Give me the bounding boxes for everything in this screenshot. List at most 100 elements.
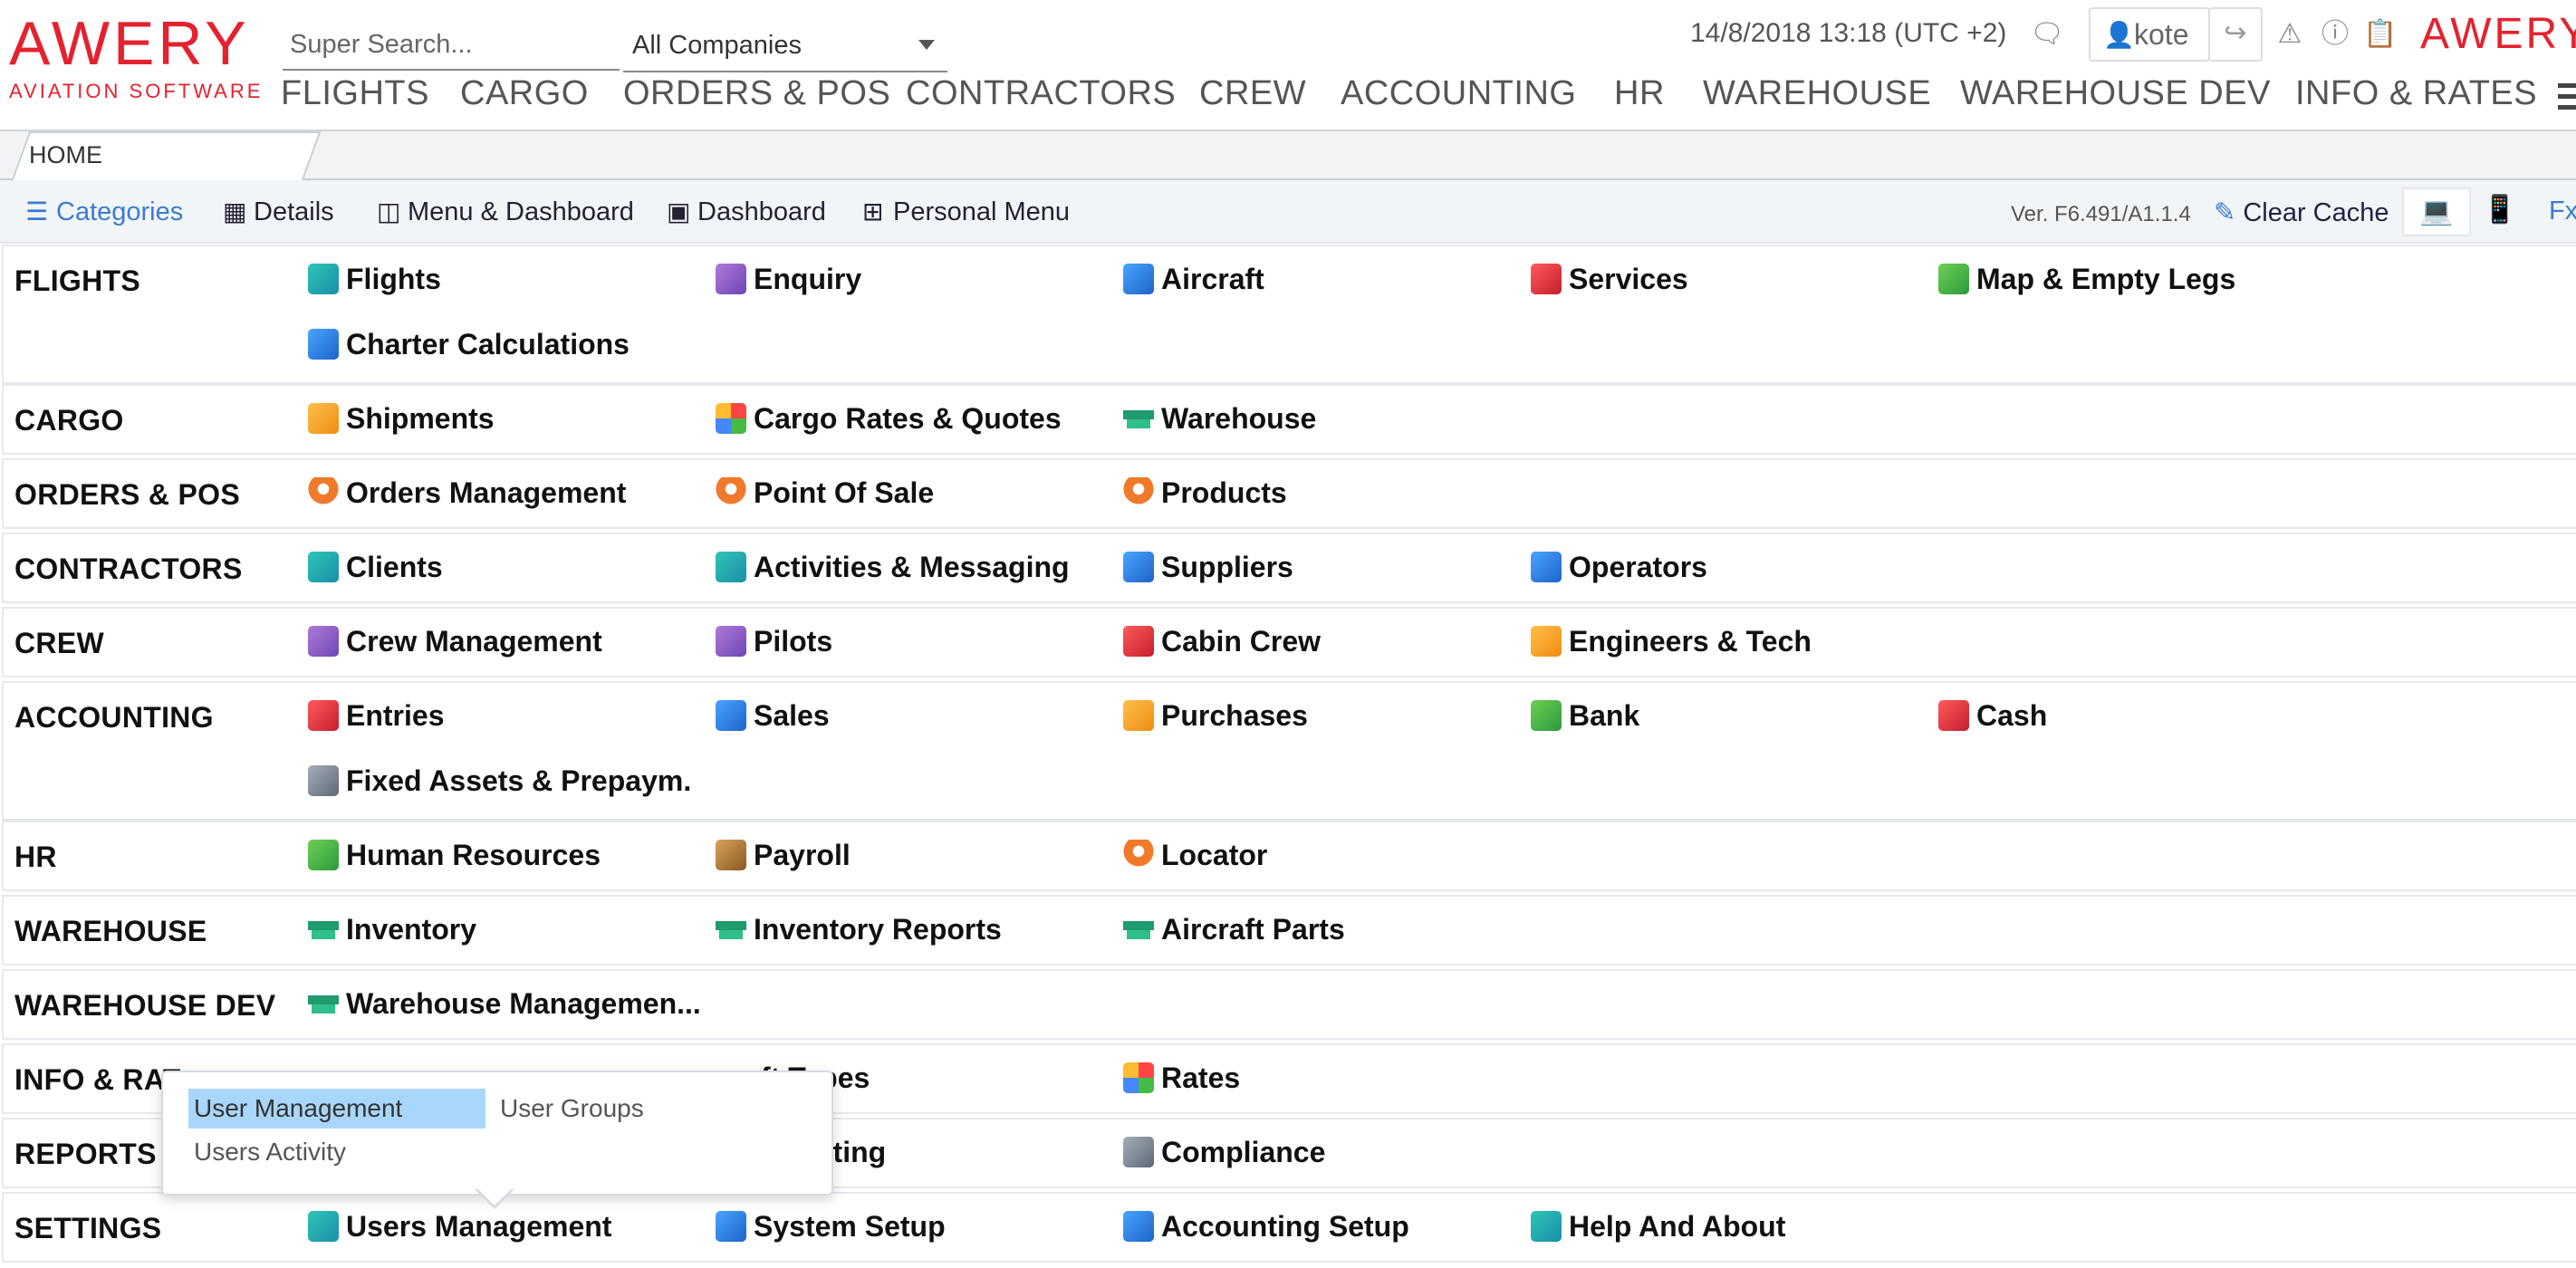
nav-warehouse[interactable]: WAREHOUSE bbox=[1703, 74, 1931, 113]
view-dashboard-button[interactable]: ▣ Dashboard bbox=[667, 197, 826, 227]
desktop-view-icon[interactable]: 💻 bbox=[2402, 187, 2471, 236]
supplier-icon bbox=[1123, 552, 1154, 582]
module-aircraft[interactable]: Aircraft bbox=[1123, 263, 1264, 296]
rates-icon bbox=[716, 403, 746, 434]
awery-logo-right: AWERY bbox=[2420, 10, 2576, 58]
nav-hr[interactable]: HR bbox=[1614, 74, 1665, 113]
module-users-management[interactable]: Users Management bbox=[308, 1210, 611, 1244]
module-label: Payroll bbox=[754, 839, 851, 871]
module-purchases[interactable]: Purchases bbox=[1123, 699, 1308, 733]
nav-accounting[interactable]: ACCOUNTING bbox=[1341, 74, 1576, 113]
module-suppliers[interactable]: Suppliers bbox=[1123, 551, 1293, 584]
module-map-empty-legs[interactable]: Map & Empty Legs bbox=[1938, 263, 2235, 296]
user-menu-button[interactable]: 👤 kote bbox=[2089, 7, 2210, 62]
clear-cache-button[interactable]: ✎ Clear Cache bbox=[2214, 197, 2389, 228]
awery-logo[interactable]: AWERY AVIATION SOFTWARE bbox=[9, 11, 272, 103]
view-details-button[interactable]: ▦ Details bbox=[223, 197, 334, 227]
view-menu-dashboard-button[interactable]: ◫ Menu & Dashboard bbox=[377, 197, 634, 227]
module-label: Products bbox=[1161, 476, 1287, 509]
accounting-setup-icon bbox=[1123, 1211, 1154, 1242]
mobile-view-icon[interactable]: 📱 bbox=[2467, 187, 2533, 233]
module-label: Shipments bbox=[346, 402, 495, 435]
module-system-setup[interactable]: System Setup bbox=[716, 1210, 946, 1244]
module-cargo-rates-quotes[interactable]: Cargo Rates & Quotes bbox=[716, 402, 1062, 436]
view-toolbar: ☰ Categories ▦ Details ◫ Menu & Dashboard ▣… bbox=[0, 180, 2576, 244]
module-clients[interactable]: Clients bbox=[308, 551, 443, 584]
hamburger-menu-icon[interactable] bbox=[2558, 83, 2576, 116]
module-human-resources[interactable]: Human Resources bbox=[308, 839, 601, 872]
module-bank[interactable]: Bank bbox=[1531, 699, 1639, 733]
rates-icon bbox=[1123, 1062, 1154, 1093]
module-label: Map & Empty Legs bbox=[1976, 263, 2236, 295]
submenu-user-groups[interactable]: User Groups bbox=[495, 1089, 649, 1129]
category-label: CONTRACTORS bbox=[14, 552, 243, 585]
fx-button[interactable]: Fx bbox=[2549, 197, 2576, 226]
module-label: Rates bbox=[1161, 1061, 1241, 1094]
view-dashboard-label: Dashboard bbox=[697, 197, 826, 226]
module-flights[interactable]: Flights bbox=[308, 263, 441, 296]
warehouse-icon bbox=[1123, 403, 1154, 434]
module-label: Cash bbox=[1976, 699, 2048, 732]
module-orders-management[interactable]: Orders Management bbox=[308, 476, 626, 510]
module-inventory[interactable]: Inventory bbox=[308, 913, 476, 946]
nav-info-rates[interactable]: INFO & RATES bbox=[2295, 74, 2537, 113]
current-datetime: 14/8/2018 13:18 (UTC +2) bbox=[1690, 18, 2007, 48]
nav-cargo[interactable]: CARGO bbox=[460, 74, 589, 113]
nav-crew[interactable]: CREW bbox=[1199, 74, 1306, 113]
module-help-about[interactable]: Help And About bbox=[1531, 1210, 1785, 1244]
module-sales[interactable]: Sales bbox=[716, 699, 830, 733]
module-payroll[interactable]: Payroll bbox=[716, 839, 851, 872]
module-operators[interactable]: Operators bbox=[1531, 551, 1707, 584]
compliance-icon bbox=[1123, 1137, 1154, 1167]
company-select[interactable]: All Companies bbox=[623, 20, 947, 72]
submenu-users-activity[interactable]: Users Activity bbox=[188, 1132, 351, 1172]
nav-flights[interactable]: FLIGHTS bbox=[281, 74, 429, 113]
module-services[interactable]: Services bbox=[1531, 263, 1688, 296]
module-compliance[interactable]: Compliance bbox=[1123, 1136, 1325, 1169]
module-pilots[interactable]: Pilots bbox=[716, 625, 832, 658]
module-activities-messaging[interactable]: Activities & Messaging bbox=[716, 551, 1070, 584]
module-rates[interactable]: Rates bbox=[1123, 1061, 1240, 1095]
help-icon bbox=[1531, 1211, 1562, 1242]
module-accounting-setup[interactable]: Accounting Setup bbox=[1123, 1210, 1409, 1244]
module-aircraft-parts[interactable]: Aircraft Parts bbox=[1123, 913, 1345, 946]
notes-icon[interactable]: 📋 bbox=[2362, 16, 2398, 53]
logout-icon[interactable]: ↪ bbox=[2208, 7, 2263, 62]
cabin-crew-icon bbox=[1123, 626, 1154, 657]
warning-icon[interactable]: ⚠ bbox=[2272, 16, 2308, 53]
module-inventory-reports[interactable]: Inventory Reports bbox=[716, 913, 1002, 946]
module-crew-management[interactable]: Crew Management bbox=[308, 625, 602, 658]
calculator-icon bbox=[308, 329, 339, 360]
module-charter-calculations[interactable]: Charter Calculations bbox=[308, 328, 630, 361]
module-point-of-sale[interactable]: Point Of Sale bbox=[716, 476, 934, 510]
module-shipments[interactable]: Shipments bbox=[308, 402, 495, 436]
users-submenu-popup: User Management User Groups Users Activi… bbox=[161, 1071, 833, 1196]
module-cash[interactable]: Cash bbox=[1938, 699, 2047, 733]
category-row-cargo: CARGO Shipments Cargo Rates & Quotes War… bbox=[2, 384, 2576, 455]
module-locator[interactable]: Locator bbox=[1123, 839, 1267, 872]
chat-icon[interactable]: 🗨 bbox=[2029, 16, 2065, 53]
module-warehouse-management[interactable]: Warehouse Managemen... bbox=[308, 987, 701, 1021]
help-icon[interactable]: ⓘ bbox=[2317, 16, 2353, 53]
module-label: Warehouse bbox=[1161, 402, 1317, 435]
module-warehouse[interactable]: Warehouse bbox=[1123, 402, 1316, 436]
tab-strip: HOME bbox=[0, 131, 2576, 182]
view-details-label: Details bbox=[254, 197, 334, 226]
nav-warehouse-dev[interactable]: WAREHOUSE DEV bbox=[1960, 74, 2271, 113]
nav-orders-pos[interactable]: ORDERS & POS bbox=[623, 74, 890, 113]
module-entries[interactable]: Entries bbox=[308, 699, 444, 733]
nav-contractors[interactable]: CONTRACTORS bbox=[906, 74, 1176, 113]
crew-icon bbox=[308, 626, 339, 657]
module-engineers-tech[interactable]: Engineers & Tech bbox=[1531, 625, 1812, 658]
module-cabin-crew[interactable]: Cabin Crew bbox=[1123, 625, 1321, 658]
super-search-input[interactable] bbox=[283, 20, 620, 71]
view-personal-menu-button[interactable]: ⊞ Personal Menu bbox=[862, 197, 1070, 227]
module-label: Cabin Crew bbox=[1161, 625, 1322, 658]
module-label: Orders Management bbox=[346, 476, 627, 509]
view-categories-button[interactable]: ☰ Categories bbox=[25, 197, 183, 227]
submenu-user-management[interactable]: User Management bbox=[188, 1089, 485, 1129]
module-fixed-assets[interactable]: Fixed Assets & Prepaym. bbox=[308, 764, 691, 798]
module-products[interactable]: Products bbox=[1123, 476, 1287, 510]
module-enquiry[interactable]: Enquiry bbox=[716, 263, 861, 296]
module-label: Purchases bbox=[1161, 699, 1308, 732]
